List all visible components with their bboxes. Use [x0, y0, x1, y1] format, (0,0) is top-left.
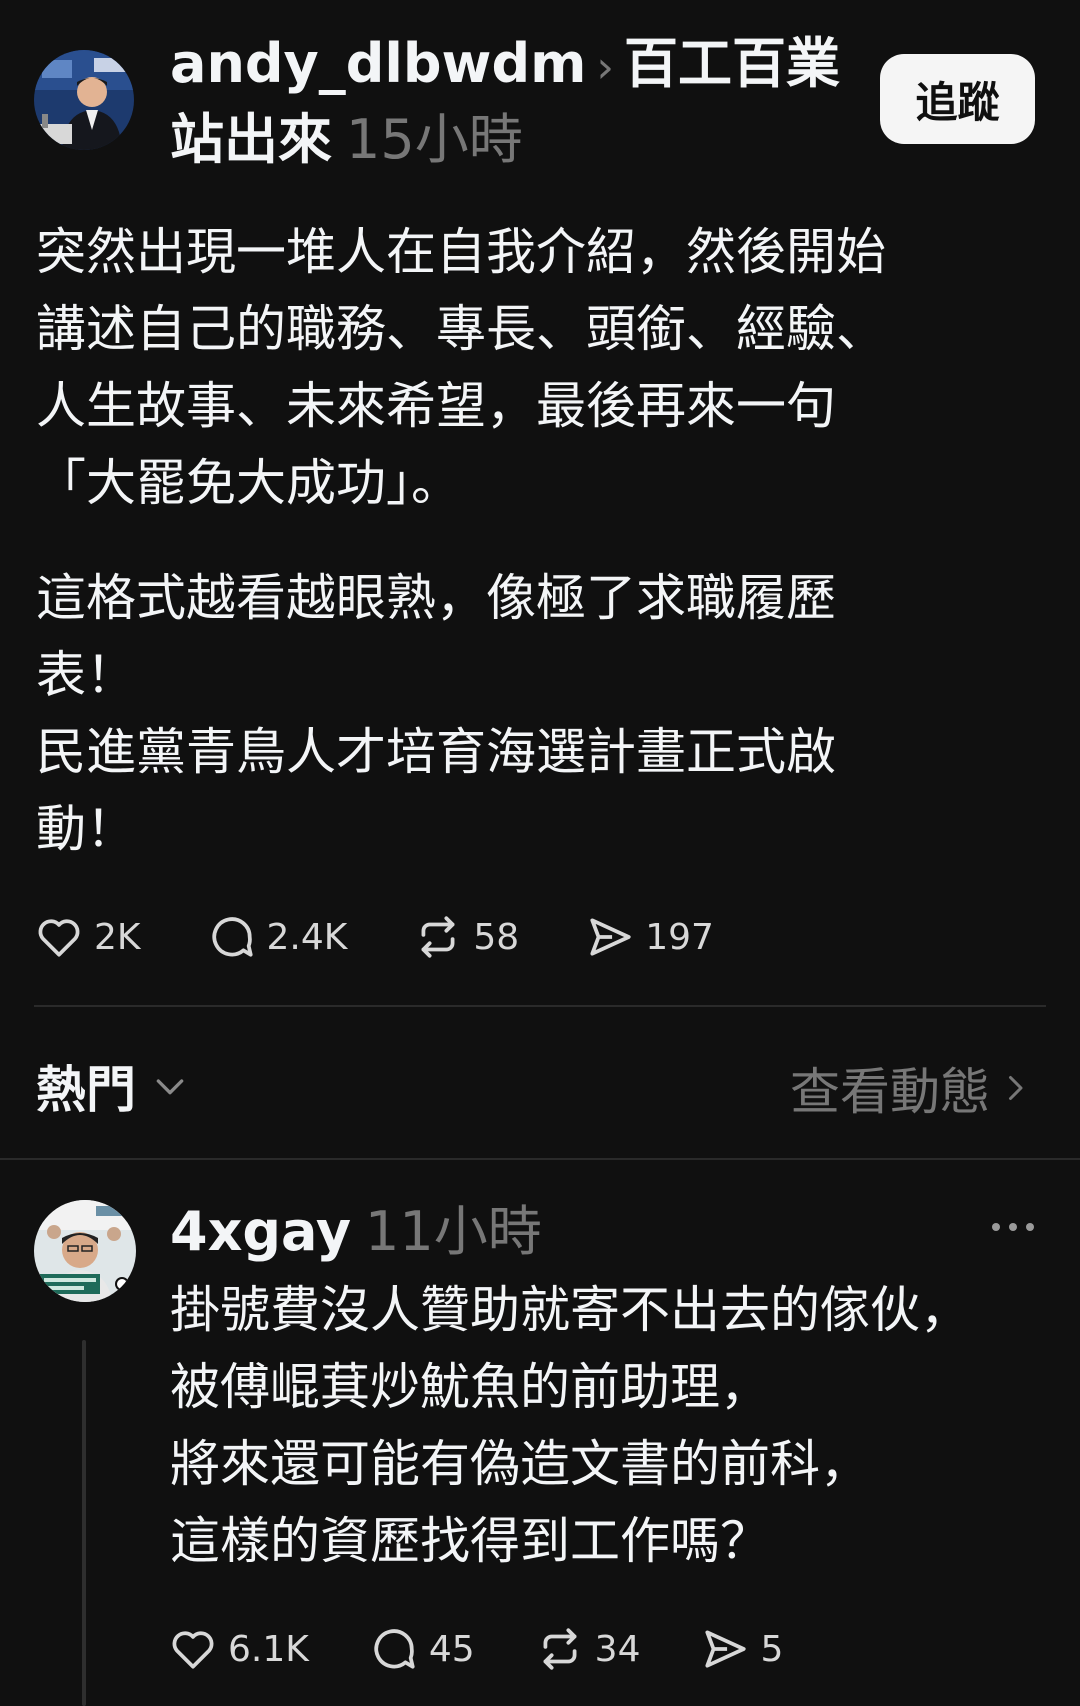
post-paragraph: 這格式越看越眼熟，像極了求職履歷 表！ 民進黨青鳥人才培育海選計畫正式啟 動！	[36, 569, 836, 858]
share-icon	[705, 1630, 747, 1668]
comment-icon	[211, 917, 253, 957]
reply-action-bar: 6.1K 45 34 5	[168, 1624, 843, 1674]
comment-icon	[374, 1629, 415, 1669]
repost-icon	[543, 1628, 577, 1670]
reply-comment-button[interactable]: 45	[369, 1624, 475, 1674]
more-icon	[992, 1223, 1034, 1231]
chevron-down-icon	[156, 1079, 184, 1095]
reply-share-button[interactable]: 5	[700, 1624, 783, 1674]
reply-like-count: 6.1K	[228, 1628, 309, 1670]
like-button[interactable]: 2K	[34, 912, 141, 962]
reply-repost-button[interactable]: 34	[535, 1624, 641, 1674]
heart-icon	[172, 1631, 214, 1669]
share-button[interactable]: 197	[585, 912, 714, 962]
comment-count: 2.4K	[266, 916, 348, 958]
view-activity-label: 查看動態	[790, 1063, 990, 1121]
post-timestamp: 15小時	[346, 108, 523, 171]
repost-count: 58	[473, 916, 520, 958]
reply-like-button[interactable]: 6.1K	[168, 1624, 309, 1674]
thread-page: andy_dlbwdm › 百工百業站出來 15小時 追蹤 突然出現一堆人在自我介紹，…	[0, 0, 1080, 1706]
heart-icon	[38, 919, 80, 957]
view-activity-link[interactable]: 查看動態	[790, 1052, 1030, 1124]
more-options-button[interactable]	[988, 1212, 1038, 1242]
chevron-right-icon	[1009, 1076, 1023, 1100]
post-action-bar: 2K 2.4K 58 197	[34, 912, 780, 962]
divider	[34, 1005, 1046, 1007]
like-count: 2K	[94, 916, 141, 958]
reply-username[interactable]: 4xgay	[170, 1200, 351, 1263]
reply-repost-count: 34	[594, 1628, 641, 1670]
post-paragraph: 突然出現一堆人在自我介紹，然後開始 講述自己的職務、專長、頭銜、經驗、 人生故事…	[36, 223, 886, 512]
thread-line	[82, 1340, 86, 1706]
follow-button[interactable]: 追蹤	[880, 54, 1035, 144]
author-username[interactable]: andy_dlbwdm	[170, 32, 586, 95]
reply-comment-count: 45	[428, 1628, 475, 1670]
reply-share-count: 5	[760, 1628, 784, 1670]
chevron-right-icon: ›	[596, 42, 614, 93]
repost-button[interactable]: 58	[413, 912, 519, 962]
post-body: 突然出現一堆人在自我介紹，然後開始 講述自己的職務、專長、頭銜、經驗、 人生故事…	[36, 214, 1036, 868]
share-icon	[590, 918, 631, 956]
comment-button[interactable]: 2.4K	[207, 912, 348, 962]
repost-icon	[421, 916, 455, 958]
share-count: 197	[645, 916, 714, 958]
sort-label: 熱門	[36, 1061, 136, 1119]
reply-header: 4xgay 11小時	[170, 1196, 542, 1268]
reply-avatar[interactable]	[34, 1200, 136, 1302]
sort-dropdown[interactable]: 熱門	[36, 1050, 190, 1122]
divider	[0, 1158, 1080, 1160]
post-header: andy_dlbwdm › 百工百業站出來 15小時 追蹤	[0, 0, 1080, 190]
post-title-line: andy_dlbwdm › 百工百業站出來 15小時	[170, 28, 870, 176]
reply-timestamp: 11小時	[365, 1200, 542, 1263]
author-avatar[interactable]	[34, 50, 134, 150]
reply-body: 掛號費沒人贊助就寄不出去的傢伙， 被傅崐萁炒魷魚的前助理， 將來還可能有偽造文書…	[170, 1281, 970, 1570]
